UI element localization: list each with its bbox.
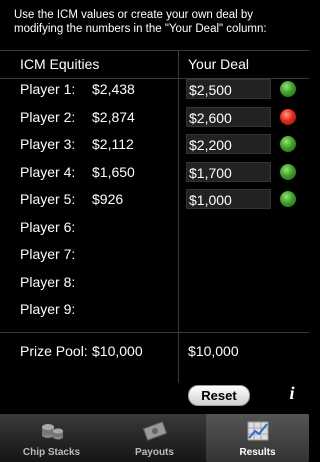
tab-chip-stacks-label: Chip Stacks (22, 447, 81, 458)
player-label: Player 7: (20, 246, 76, 262)
player-row: Player 3: $2,112 $2,200 (0, 132, 309, 159)
prize-pool-label: Prize Pool: (20, 343, 88, 359)
player-row: Player 7: (0, 242, 309, 269)
player-label: Player 4: (20, 163, 76, 180)
player-row: Player 1: $2,438 $2,500 (0, 77, 309, 104)
player-row: Player 6: (0, 215, 309, 242)
reset-button[interactable]: Reset (188, 385, 250, 406)
player-label: Player 3: (20, 136, 76, 152)
status-green-icon (280, 191, 296, 207)
deal-input[interactable]: $1,000 (186, 189, 271, 209)
icm-equities-header: ICM Equities (20, 56, 100, 72)
info-icon[interactable]: i (282, 383, 302, 403)
player-row: Player 4: $1,650 $1,700 (0, 160, 309, 187)
tab-results-label: Results (239, 447, 276, 458)
player-label: Player 6: (20, 218, 76, 235)
icm-equity-value: $2,438 (92, 81, 135, 97)
player-row: Player 5: $926 $1,000 (0, 187, 309, 214)
money-icon (142, 421, 167, 441)
deal-input[interactable]: $1,700 (186, 161, 271, 182)
icm-equity-value: $2,112 (92, 136, 134, 152)
player-row: Player 8: (0, 270, 309, 297)
your-deal-header: Your Deal (188, 56, 249, 72)
player-label: Player 1: (20, 81, 76, 97)
prize-pool-value: $10,000 (92, 343, 143, 359)
player-label: Player 5: (20, 191, 76, 207)
player-row: Player 9: (0, 297, 309, 324)
player-row: Player 2: $2,874 $2,600 (0, 105, 309, 132)
deal-total-value: $10,000 (188, 343, 239, 359)
icm-equity-value: $2,874 (92, 108, 135, 125)
prize-pool-divider (0, 332, 309, 333)
status-green-icon (280, 81, 296, 97)
player-label: Player 9: (20, 301, 76, 317)
deal-input[interactable]: $2,600 (186, 106, 271, 127)
column-header: ICM Equities Your Deal (0, 50, 309, 79)
status-red-icon (280, 108, 296, 125)
status-green-icon (280, 163, 296, 180)
results-screen: Use the ICM values or create your own de… (0, 0, 309, 462)
player-label: Player 2: (20, 108, 76, 125)
chart-icon (247, 421, 268, 441)
deal-input[interactable]: $2,200 (186, 134, 271, 154)
instruction-text: Use the ICM values or create your own de… (14, 9, 267, 35)
icm-equity-value: $1,650 (92, 163, 135, 180)
tab-bar: Chip Stacks Payouts Results (0, 414, 309, 462)
chips-icon (41, 424, 63, 440)
tab-payouts[interactable]: Payouts (103, 414, 206, 462)
tab-chip-stacks[interactable]: Chip Stacks (0, 414, 103, 462)
deal-input[interactable]: $2,500 (186, 79, 271, 99)
tab-results[interactable]: Results (206, 414, 309, 462)
icm-equity-value: $926 (92, 191, 124, 207)
status-green-icon (280, 136, 296, 152)
tab-payouts-label: Payouts (135, 447, 174, 458)
player-label: Player 8: (20, 273, 76, 290)
